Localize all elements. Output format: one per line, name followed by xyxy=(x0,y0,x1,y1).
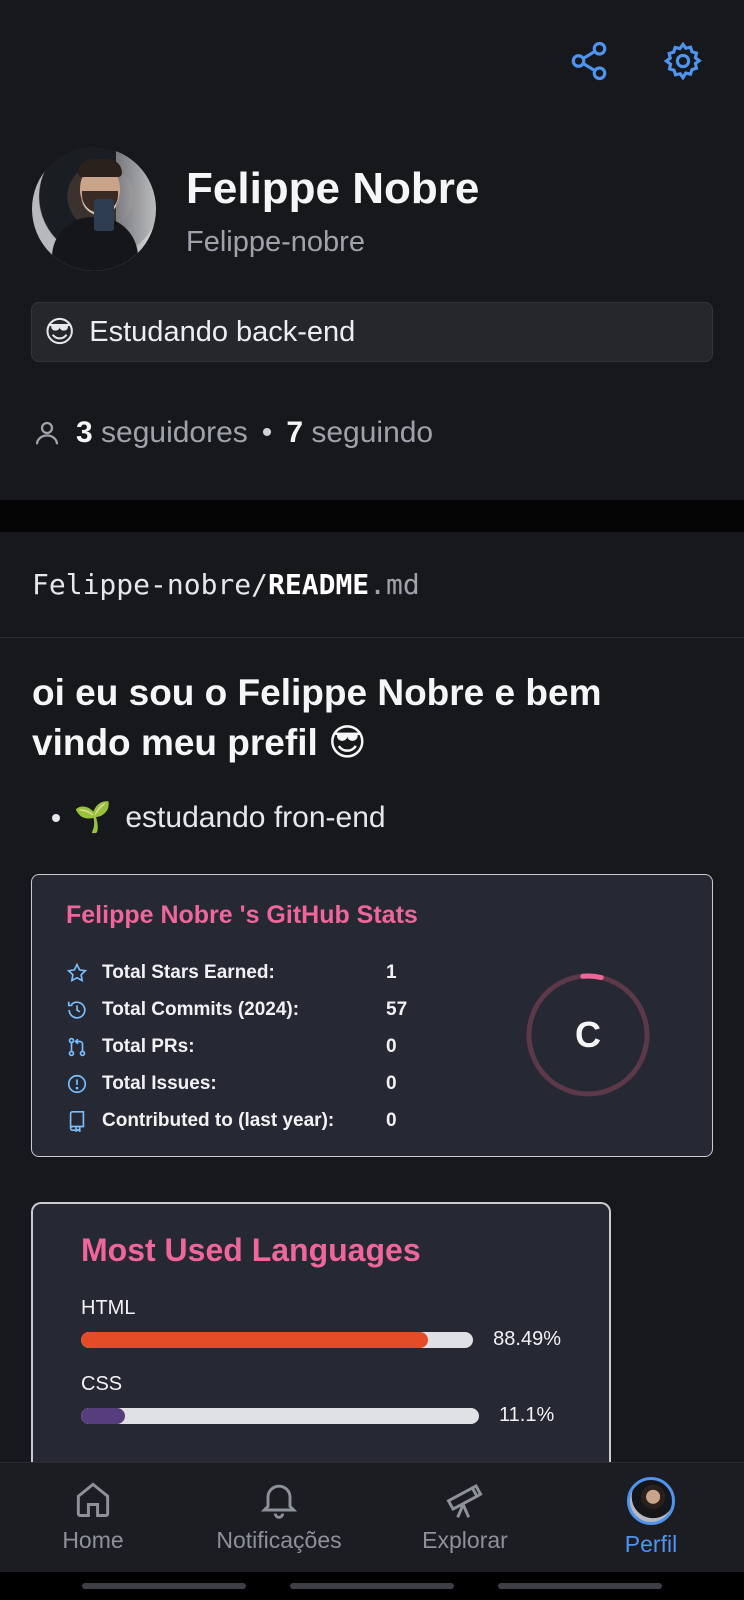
star-icon xyxy=(66,962,88,982)
separator-dot: • xyxy=(261,416,273,449)
nav-label: Explorar xyxy=(422,1527,508,1553)
language-percent: 11.1% xyxy=(499,1404,555,1426)
home-icon xyxy=(76,1482,110,1517)
grade-ring: C xyxy=(524,971,652,1099)
status-emoji: 😎 xyxy=(44,315,76,349)
language-name: HTML xyxy=(81,1297,136,1319)
stat-label: Total PRs: xyxy=(102,1035,195,1057)
status-text: Estudando back-end xyxy=(89,315,356,348)
language-item: HTML 88.49% xyxy=(81,1297,561,1351)
language-percent: 88.49% xyxy=(493,1328,561,1350)
gesture-pill xyxy=(290,1583,454,1589)
avatar[interactable] xyxy=(32,147,156,271)
issue-icon xyxy=(67,1074,87,1093)
bullet-text: estudando fron-end xyxy=(125,800,386,834)
nav-item-home[interactable]: Home xyxy=(0,1463,186,1572)
language-bar xyxy=(81,1407,479,1424)
following-label: seguindo xyxy=(311,416,434,449)
language-item: CSS 11.1% xyxy=(81,1373,561,1427)
readme-path-file: README xyxy=(268,568,370,601)
nav-label: Perfil xyxy=(624,1531,678,1557)
followers-link[interactable]: 3 seguidores xyxy=(76,416,248,450)
share-icon xyxy=(571,41,607,81)
following-link[interactable]: 7 seguindo xyxy=(286,416,433,450)
language-name: CSS xyxy=(81,1373,123,1395)
language-bar-row: 11.1% xyxy=(81,1404,561,1427)
languages-title: Most Used Languages xyxy=(81,1232,421,1268)
stat-value: 0 xyxy=(386,1035,397,1057)
readme-header[interactable]: Felippe-nobre/README .md xyxy=(0,532,744,638)
readme-bullet: 🌱 estudando fron-end xyxy=(52,800,386,835)
language-bar-row: 88.49% xyxy=(81,1328,561,1351)
settings-button[interactable] xyxy=(660,38,706,84)
bullet-emoji: 🌱 xyxy=(74,801,112,834)
history-icon xyxy=(67,1000,86,1019)
gesture-pill xyxy=(498,1583,662,1589)
bullet-dot xyxy=(52,813,60,822)
gesture-pill xyxy=(82,1583,246,1589)
nav-item-profile[interactable]: Perfil xyxy=(558,1463,744,1572)
bell-icon xyxy=(260,1484,298,1519)
followers-count: 3 xyxy=(76,416,93,449)
pull-request-icon xyxy=(68,1037,86,1056)
person-icon xyxy=(35,421,59,445)
readme-title: oi eu sou o Felippe Nobre e bem vindo me… xyxy=(32,672,602,763)
language-bar-fill xyxy=(81,1331,429,1348)
display-name: Felippe Nobre xyxy=(186,164,480,213)
follow-row: 3 seguidores • 7 seguindo xyxy=(32,416,433,450)
stat-value: 0 xyxy=(386,1072,397,1094)
nav-item-notifications[interactable]: Notificações xyxy=(186,1463,372,1572)
stat-row: Contributed to (last year): 0 xyxy=(66,1102,678,1139)
system-gesture-bar xyxy=(0,1572,744,1600)
avatar xyxy=(627,1477,675,1525)
repo-icon xyxy=(69,1110,85,1132)
stat-label: Total Issues: xyxy=(102,1072,217,1094)
stat-label: Total Commits (2024): xyxy=(102,998,300,1020)
stat-value: 0 xyxy=(386,1109,397,1131)
stat-value: 1 xyxy=(386,961,397,983)
github-stats-card: Felippe Nobre 's GitHub Stats Total Star… xyxy=(31,874,713,1157)
language-bar-fill xyxy=(81,1407,126,1424)
readme-path-ext: .md xyxy=(369,568,420,601)
telescope-icon xyxy=(446,1483,483,1518)
stat-value: 57 xyxy=(386,998,408,1020)
language-bar xyxy=(81,1331,474,1348)
share-button[interactable] xyxy=(566,38,612,84)
stats-title: Felippe Nobre 's GitHub Stats xyxy=(66,901,418,929)
nav-label: Notificações xyxy=(216,1527,342,1553)
followers-label: seguidores xyxy=(101,416,248,449)
languages-card: Most Used Languages HTML 88.49% CSS 11.1… xyxy=(31,1202,611,1502)
header-actions xyxy=(566,38,706,84)
avatar-hair xyxy=(78,159,122,177)
grade-letter: C xyxy=(575,1014,601,1055)
nav-label: Home xyxy=(62,1527,124,1553)
gear-icon xyxy=(663,41,702,81)
readme-path-owner: Felippe-nobre/ xyxy=(32,568,269,601)
section-divider xyxy=(0,500,744,532)
profile-screen: Felippe Nobre Felippe-nobre 😎 Estudando … xyxy=(0,0,744,1600)
stat-label: Total Stars Earned: xyxy=(102,961,275,983)
avatar-phone xyxy=(94,199,114,231)
nav-item-explore[interactable]: Explorar xyxy=(372,1463,558,1572)
stat-label: Contributed to (last year): xyxy=(102,1109,335,1131)
status-box[interactable]: 😎 Estudando back-end xyxy=(31,302,713,362)
following-count: 7 xyxy=(286,416,303,449)
username: Felippe-nobre xyxy=(186,226,365,258)
bottom-nav: Home Notificações Explorar Perfil xyxy=(0,1462,744,1572)
